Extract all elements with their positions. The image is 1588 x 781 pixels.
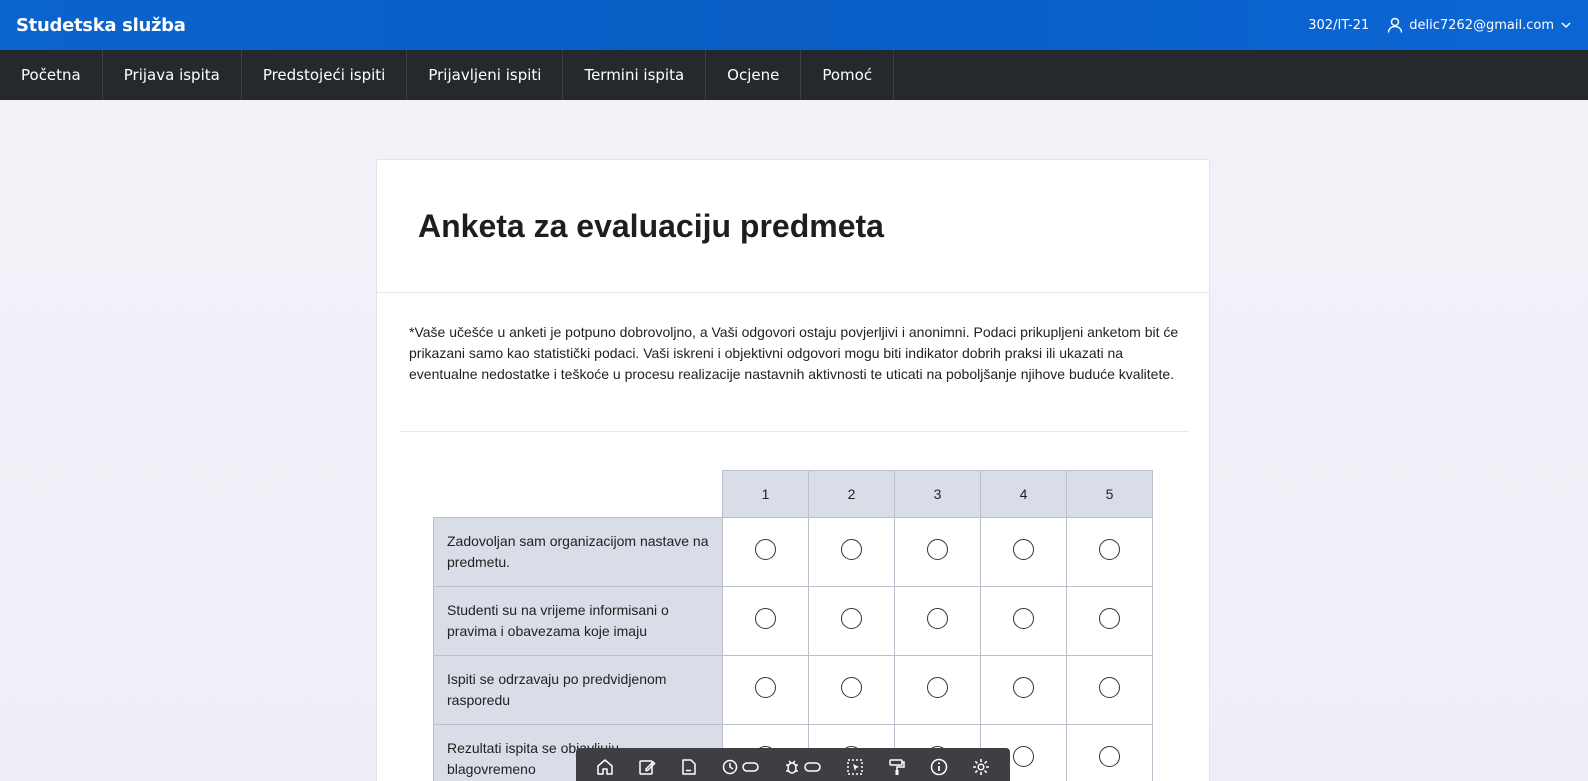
rating-radio-q4-5[interactable] — [1099, 746, 1120, 767]
rating-radio-q2-4[interactable] — [1013, 608, 1034, 629]
rating-radio-q2-3[interactable] — [927, 608, 948, 629]
nav-item-termini-ispita[interactable]: Termini ispita — [563, 50, 707, 100]
question-label: Ispiti se odrzavaju po predvidjenom rasp… — [433, 655, 723, 725]
select-icon[interactable] — [845, 757, 865, 777]
sign-icon[interactable] — [679, 757, 699, 777]
user-email: delic7262@gmail.com — [1409, 17, 1554, 33]
survey-table: 1 2 3 4 5 Zadovoljan sam organizacijom n… — [433, 470, 1153, 781]
rating-radio-q4-4[interactable] — [1013, 746, 1034, 767]
student-code: 302/IT-21 — [1308, 17, 1370, 33]
rating-radio-q3-5[interactable] — [1099, 677, 1120, 698]
table-row: Ispiti se odrzavaju po predvidjenom rasp… — [433, 655, 1153, 725]
gear-icon[interactable] — [971, 757, 991, 777]
rating-radio-q2-5[interactable] — [1099, 608, 1120, 629]
scale-header-row: 1 2 3 4 5 — [434, 470, 1153, 518]
card-header: Anketa za evaluaciju predmeta — [377, 160, 1209, 293]
table-row: Zadovoljan sam organizacijom nastave na … — [433, 517, 1153, 587]
paint-roller-icon[interactable] — [887, 757, 907, 777]
rating-radio-q1-2[interactable] — [841, 539, 862, 560]
rating-radio-q3-1[interactable] — [755, 677, 776, 698]
page-title: Anketa za evaluaciju predmeta — [418, 207, 884, 244]
survey-intro: *Vaše učešće u anketi je potpuno dobrovo… — [409, 324, 1179, 382]
rating-radio-q1-4[interactable] — [1013, 539, 1034, 560]
main-nav: Početna Prijava ispita Predstojeći ispit… — [0, 50, 1588, 100]
rating-radio-q2-1[interactable] — [755, 608, 776, 629]
floating-toolbar — [576, 748, 1010, 781]
nav-item-predstojeci-ispiti[interactable]: Predstojeći ispiti — [242, 50, 408, 100]
table-row: Studenti su na vrijeme informisani o pra… — [433, 586, 1153, 656]
history-toggle-icon[interactable] — [721, 757, 761, 777]
scale-header-3: 3 — [894, 470, 981, 518]
table-corner — [434, 471, 723, 518]
question-label: Zadovoljan sam organizacijom nastave na … — [433, 517, 723, 587]
edit-icon[interactable] — [637, 757, 657, 777]
rating-radio-q1-5[interactable] — [1099, 539, 1120, 560]
question-label: Studenti su na vrijeme informisani o pra… — [433, 586, 723, 656]
survey-card: Anketa za evaluaciju predmeta *Vaše učeš… — [376, 159, 1210, 781]
bug-toggle-icon[interactable] — [783, 757, 823, 777]
scale-header-4: 4 — [980, 470, 1067, 518]
home-icon[interactable] — [595, 757, 615, 777]
nav-item-prijava-ispita[interactable]: Prijava ispita — [103, 50, 242, 100]
rating-radio-q3-3[interactable] — [927, 677, 948, 698]
top-bar: Studetska služba 302/IT-21 delic7262@gma… — [0, 0, 1588, 50]
rating-radio-q1-1[interactable] — [755, 539, 776, 560]
topbar-right: 302/IT-21 delic7262@gmail.com — [1308, 17, 1572, 33]
scale-header-2: 2 — [808, 470, 895, 518]
divider — [399, 431, 1189, 432]
rating-radio-q2-2[interactable] — [841, 608, 862, 629]
rating-radio-q1-3[interactable] — [927, 539, 948, 560]
chevron-down-icon — [1560, 19, 1572, 31]
rating-radio-q3-4[interactable] — [1013, 677, 1034, 698]
scale-header-5: 5 — [1066, 470, 1153, 518]
nav-item-pocetna[interactable]: Početna — [0, 50, 103, 100]
info-icon[interactable] — [929, 757, 949, 777]
scale-header-1: 1 — [722, 470, 809, 518]
nav-item-ocjene[interactable]: Ocjene — [706, 50, 802, 100]
user-icon — [1387, 17, 1403, 33]
nav-item-pomoc[interactable]: Pomoć — [801, 50, 895, 100]
nav-item-prijavljeni-ispiti[interactable]: Prijavljeni ispiti — [407, 50, 564, 100]
rating-radio-q3-2[interactable] — [841, 677, 862, 698]
user-menu[interactable]: delic7262@gmail.com — [1387, 17, 1572, 33]
brand-title[interactable]: Studetska služba — [16, 15, 186, 36]
